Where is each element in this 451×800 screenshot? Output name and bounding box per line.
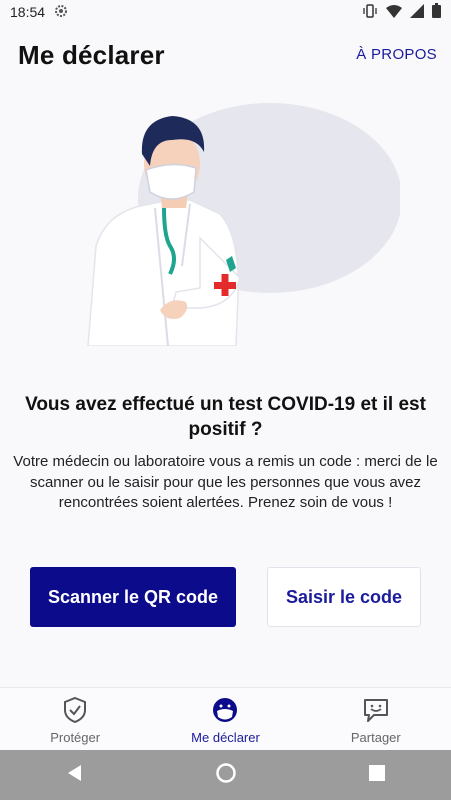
bottom-navigation: Protéger Me déclarer Partager xyxy=(0,687,451,751)
nav-label-me-declarer: Me déclarer xyxy=(191,730,260,745)
about-link[interactable]: À PROPOS xyxy=(356,46,437,63)
signal-icon xyxy=(410,3,424,21)
back-icon[interactable] xyxy=(65,763,85,788)
recents-icon[interactable] xyxy=(368,764,386,787)
enter-code-button[interactable]: Saisir le code xyxy=(267,567,421,627)
nav-label-proteger: Protéger xyxy=(50,730,101,745)
nav-label-partager: Partager xyxy=(350,730,401,745)
nav-item-me-declarer[interactable]: Me déclarer xyxy=(150,688,300,751)
chat-smile-icon xyxy=(362,696,390,727)
question-heading: Vous avez effectué un test COVID-19 et i… xyxy=(25,394,426,440)
header: Me déclarer À PROPOS xyxy=(0,36,451,76)
android-navigation-bar xyxy=(0,750,451,800)
nav-item-partager[interactable]: Partager xyxy=(301,688,451,751)
battery-icon xyxy=(432,3,441,21)
doctor-illustration xyxy=(60,96,402,347)
masked-face-icon xyxy=(211,696,239,727)
nav-item-proteger[interactable]: Protéger xyxy=(0,688,150,751)
vibrate-icon xyxy=(362,3,378,21)
shield-check-icon xyxy=(62,696,88,727)
settings-gear-icon xyxy=(53,3,69,22)
status-time: 18:54 xyxy=(10,4,46,20)
page-title: Me déclarer xyxy=(18,40,165,70)
home-icon[interactable] xyxy=(215,762,237,789)
wifi-icon xyxy=(386,4,402,21)
description-text: Votre médecin ou laboratoire vous a remi… xyxy=(13,453,438,511)
status-bar: 18:54 xyxy=(0,0,451,24)
scan-qr-code-button[interactable]: Scanner le QR code xyxy=(30,567,236,627)
